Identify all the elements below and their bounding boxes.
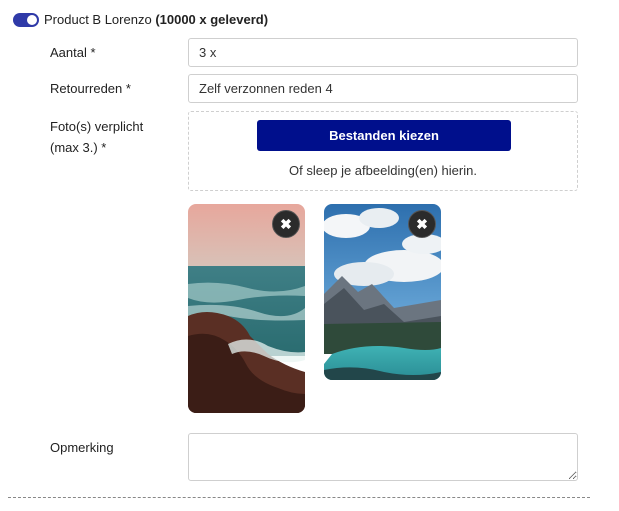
photos-label: Foto(s) verplicht (max 3.) *: [50, 117, 143, 157]
product-toggle[interactable]: [13, 13, 39, 27]
photos-label-line1: Foto(s) verplicht: [50, 119, 144, 134]
close-icon: ✖: [416, 215, 428, 232]
choose-files-button[interactable]: Bestanden kiezen: [257, 120, 511, 151]
close-icon: ✖: [280, 215, 292, 232]
drop-hint: Of sleep je afbeelding(en) hierin.: [289, 163, 477, 178]
reason-label: Retourreden *: [50, 81, 131, 96]
reason-input[interactable]: [188, 74, 578, 103]
quantity-input[interactable]: [188, 38, 578, 67]
toggle-knob: [27, 15, 37, 25]
remark-textarea[interactable]: [188, 433, 578, 481]
delivered-count: (10000 x geleverd): [155, 12, 269, 27]
photos-label-line2: (max 3.) *: [50, 140, 107, 155]
thumbnail-coast: ✖: [188, 204, 305, 413]
product-title: Product B Lorenzo (10000 x geleverd): [44, 12, 268, 28]
quantity-label: Aantal *: [50, 45, 96, 60]
photo-dropzone[interactable]: Bestanden kiezen Of sleep je afbeelding(…: [188, 111, 578, 191]
product-name: Product B Lorenzo: [44, 12, 152, 27]
remove-photo-2-button[interactable]: ✖: [408, 210, 436, 238]
remark-label: Opmerking: [50, 440, 114, 455]
remove-photo-1-button[interactable]: ✖: [272, 210, 300, 238]
thumbnail-mountain-lake: ✖: [324, 204, 441, 380]
section-divider: [8, 497, 590, 498]
